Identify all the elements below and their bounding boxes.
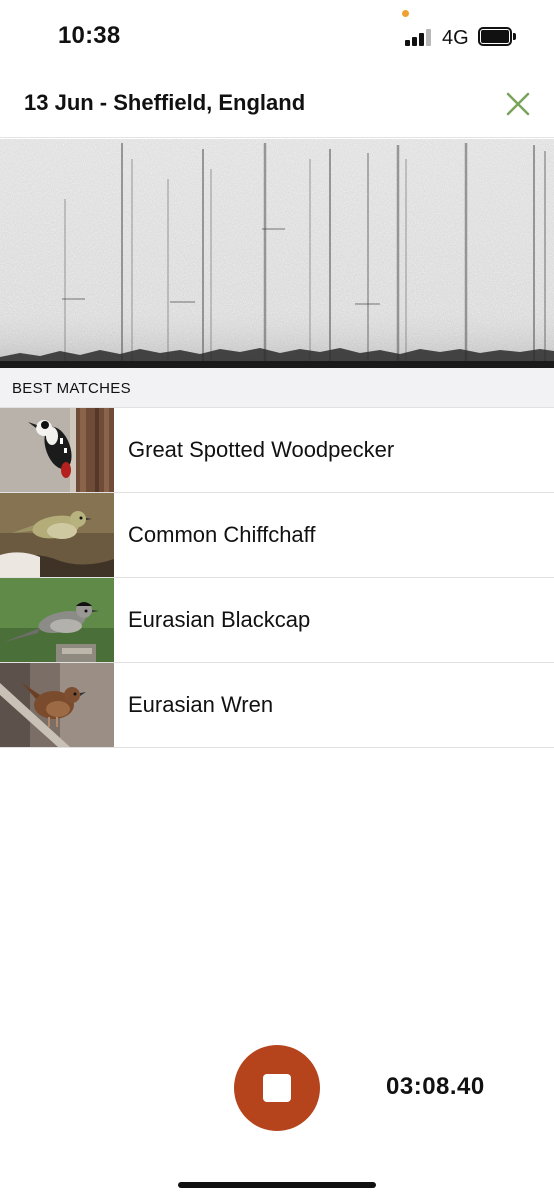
close-icon [506, 92, 530, 116]
bird-thumbnail [0, 578, 114, 662]
list-item-common-chiffchaff[interactable]: Common Chiffchaff [0, 493, 554, 578]
signal-icon [405, 28, 433, 46]
bird-thumbnail [0, 663, 114, 747]
close-button[interactable] [500, 86, 536, 122]
battery-icon [478, 27, 516, 46]
status-bar: 10:38 4G [0, 0, 554, 72]
list-item-eurasian-blackcap[interactable]: Eurasian Blackcap [0, 578, 554, 663]
privacy-indicator-dot [402, 10, 409, 17]
status-time: 10:38 [58, 22, 121, 49]
bird-name: Eurasian Blackcap [128, 607, 311, 632]
section-label: BEST MATCHES [12, 380, 131, 397]
matches-list: Great Spotted Woodpecker Common Chiffcha… [0, 408, 554, 748]
stop-recording-button[interactable] [234, 1045, 320, 1131]
bird-name: Common Chiffchaff [128, 522, 316, 547]
list-item-great-spotted-woodpecker[interactable]: Great Spotted Woodpecker [0, 408, 554, 493]
bird-thumbnail [0, 408, 114, 492]
bird-name: Eurasian Wren [128, 692, 274, 717]
bird-thumbnail [0, 493, 114, 577]
section-header: BEST MATCHES [0, 368, 554, 408]
header: 13 Jun - Sheffield, England [0, 72, 554, 138]
list-item-eurasian-wren[interactable]: Eurasian Wren [0, 663, 554, 748]
spectrogram [0, 139, 554, 368]
home-indicator[interactable] [178, 1182, 376, 1188]
page-title: 13 Jun - Sheffield, England [24, 90, 306, 115]
recording-timer: 03:08.40 [386, 1073, 485, 1100]
bird-name: Great Spotted Woodpecker [128, 437, 395, 462]
network-type: 4G [442, 27, 469, 49]
stop-icon [263, 1074, 291, 1102]
